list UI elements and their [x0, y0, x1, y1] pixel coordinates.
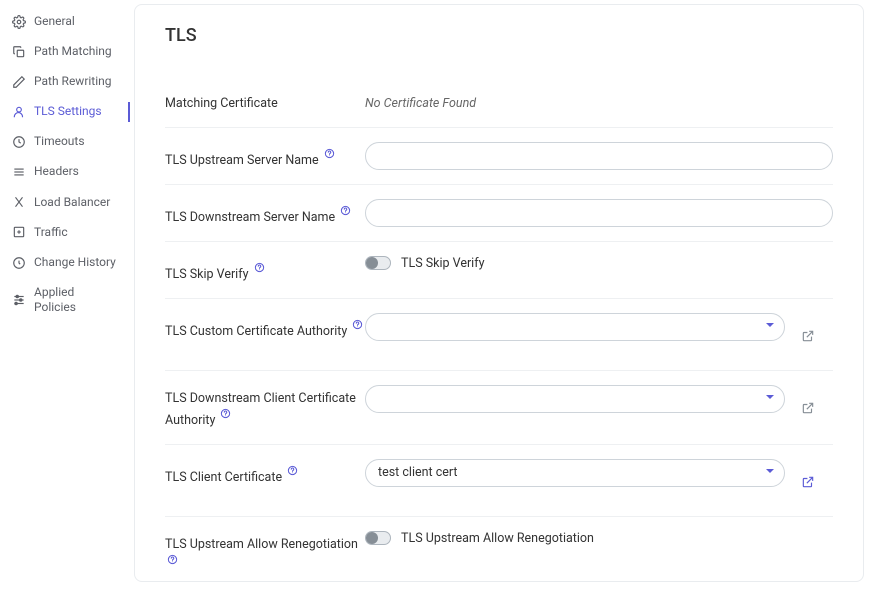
sidebar-item-tls-settings[interactable]: TLS Settings [0, 100, 130, 124]
sidebar-item-label: Change History [34, 255, 116, 271]
row-downstream-server-name: TLS Downstream Server Name [165, 184, 833, 241]
label-upstream-server-name: TLS Upstream Server Name [165, 142, 365, 170]
custom-ca-select[interactable] [365, 313, 785, 341]
skip-verify-toggle-label: TLS Skip Verify [401, 256, 484, 271]
label-custom-ca: TLS Custom Certificate Authority [165, 313, 365, 341]
help-icon[interactable] [324, 148, 335, 165]
tls-card: TLS Matching Certificate No Certificate … [134, 4, 864, 582]
pencil-icon [12, 75, 26, 89]
downstream-client-ca-select[interactable] [365, 385, 785, 413]
upstream-allow-reneg-toggle-label: TLS Upstream Allow Renegotiation [401, 531, 594, 546]
help-icon[interactable] [340, 205, 351, 222]
sidebar-item-applied-policies[interactable]: Applied Policies [0, 281, 130, 320]
help-icon[interactable] [167, 554, 178, 571]
plus-square-icon [12, 225, 26, 239]
user-icon [12, 105, 26, 119]
sidebar-item-label: Timeouts [34, 134, 85, 150]
sidebar-item-label: Path Rewriting [34, 74, 112, 90]
row-client-cert: TLS Client Certificate test client cert [165, 444, 833, 516]
sidebar-item-path-matching[interactable]: Path Matching [0, 40, 130, 64]
row-skip-verify: TLS Skip Verify TLS Skip Verify [165, 241, 833, 298]
copy-icon [12, 45, 26, 59]
row-upstream-allow-reneg: TLS Upstream Allow Renegotiation TLS Ups… [165, 516, 833, 582]
external-link-icon[interactable] [797, 397, 819, 419]
label-downstream-server-name: TLS Downstream Server Name [165, 199, 365, 227]
clock-icon [12, 135, 26, 149]
help-icon[interactable] [254, 262, 265, 279]
downstream-server-name-input[interactable] [365, 199, 833, 227]
label-downstream-client-ca: TLS Downstream Client Certificate Author… [165, 385, 365, 430]
sidebar-item-load-balancer[interactable]: Load Balancer [0, 191, 130, 215]
sidebar-item-change-history[interactable]: Change History [0, 251, 130, 275]
sidebar-item-label: Applied Policies [34, 285, 118, 316]
upstream-server-name-input[interactable] [365, 142, 833, 170]
sidebar-item-label: Load Balancer [34, 195, 110, 211]
skip-verify-toggle[interactable] [365, 256, 391, 270]
external-link-icon[interactable] [797, 325, 819, 347]
sidebar-item-general[interactable]: General [0, 10, 130, 34]
row-downstream-client-ca: TLS Downstream Client Certificate Author… [165, 370, 833, 444]
row-matching-certificate: Matching Certificate No Certificate Foun… [165, 76, 833, 127]
history-icon [12, 256, 26, 270]
upstream-allow-reneg-toggle[interactable] [365, 531, 391, 545]
gear-icon [12, 15, 26, 29]
row-custom-ca: TLS Custom Certificate Authority [165, 298, 833, 370]
lines-icon [12, 165, 26, 179]
row-upstream-server-name: TLS Upstream Server Name [165, 127, 833, 184]
sidebar-item-label: General [34, 14, 75, 30]
sliders-icon [12, 293, 26, 307]
sidebar-item-traffic[interactable]: Traffic [0, 221, 130, 245]
help-icon[interactable] [352, 319, 363, 336]
sidebar-item-label: TLS Settings [34, 104, 102, 120]
help-icon[interactable] [287, 465, 298, 482]
card-title: TLS [165, 25, 833, 46]
sidebar-item-headers[interactable]: Headers [0, 160, 130, 184]
sidebar: General Path Matching Path Rewriting TLS… [0, 0, 130, 592]
sidebar-item-label: Traffic [34, 225, 68, 241]
label-matching-certificate: Matching Certificate [165, 90, 365, 113]
client-cert-select[interactable]: test client cert [365, 459, 785, 487]
external-link-icon[interactable] [797, 471, 819, 493]
main: TLS Matching Certificate No Certificate … [130, 0, 878, 592]
label-skip-verify: TLS Skip Verify [165, 256, 365, 284]
sidebar-item-path-rewriting[interactable]: Path Rewriting [0, 70, 130, 94]
sidebar-item-label: Path Matching [34, 44, 112, 60]
matching-certificate-value: No Certificate Found [365, 90, 476, 111]
cross-tools-icon [12, 195, 26, 209]
help-icon[interactable] [220, 408, 231, 425]
sidebar-item-timeouts[interactable]: Timeouts [0, 130, 130, 154]
label-upstream-allow-reneg: TLS Upstream Allow Renegotiation [165, 531, 365, 576]
label-client-cert: TLS Client Certificate [165, 459, 365, 487]
sidebar-item-label: Headers [34, 164, 79, 180]
